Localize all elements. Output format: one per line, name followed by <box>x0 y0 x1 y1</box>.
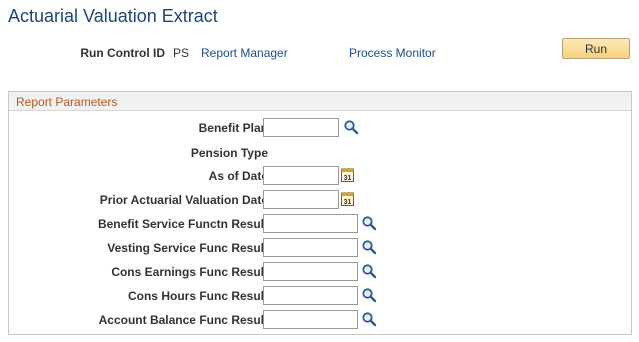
report-parameters-section: Report Parameters Benefit Plan Pension T… <box>8 91 632 335</box>
page-title: Actuarial Valuation Extract <box>8 6 218 26</box>
benefit-service-label: Benefit Service Functn Result <box>97 217 268 231</box>
run-control-id-label: Run Control ID <box>80 46 165 60</box>
field-row-vesting-service: Vesting Service Func Result <box>9 238 633 258</box>
calendar-icon[interactable]: 31 <box>340 167 356 183</box>
run-control-bar: Run Control ID PS Report Manager Process… <box>0 46 639 62</box>
benefit-plan-input[interactable] <box>263 118 339 137</box>
field-row-account-balance: Account Balance Func Result <box>9 310 633 330</box>
magnifier-lookup-icon[interactable] <box>361 263 377 279</box>
account-balance-input[interactable] <box>263 310 358 329</box>
account-balance-label: Account Balance Func Result <box>98 313 268 327</box>
calendar-glyph: 31 <box>344 199 352 206</box>
cons-hours-label: Cons Hours Func Result <box>127 289 268 303</box>
magnifier-lookup-icon[interactable] <box>361 215 377 231</box>
prior-valuation-date-input[interactable] <box>263 190 339 209</box>
magnifier-lookup-icon[interactable] <box>361 311 377 327</box>
as-of-date-input[interactable] <box>263 166 339 185</box>
field-row-benefit-service: Benefit Service Functn Result <box>9 214 633 234</box>
field-row-prior-valuation-date: Prior Actuarial Valuation Date 31 <box>9 190 633 210</box>
report-manager-link[interactable]: Report Manager <box>201 46 288 60</box>
field-row-cons-hours: Cons Hours Func Result <box>9 286 633 306</box>
prior-valuation-date-label: Prior Actuarial Valuation Date <box>99 193 268 207</box>
calendar-glyph: 31 <box>344 175 352 182</box>
magnifier-lookup-icon[interactable] <box>361 287 377 303</box>
benefit-plan-label: Benefit Plan <box>198 121 268 135</box>
section-title: Report Parameters <box>9 92 631 111</box>
field-row-pension-type: Pension Type <box>9 143 633 163</box>
vesting-service-input[interactable] <box>263 238 358 257</box>
cons-hours-input[interactable] <box>263 286 358 305</box>
calendar-icon[interactable]: 31 <box>340 191 356 207</box>
pension-type-label: Pension Type <box>190 146 268 160</box>
vesting-service-label: Vesting Service Func Result <box>107 241 268 255</box>
cons-earnings-input[interactable] <box>263 262 358 281</box>
magnifier-lookup-icon[interactable] <box>343 119 359 135</box>
field-row-as-of-date: As of Date 31 <box>9 166 633 186</box>
field-row-benefit-plan: Benefit Plan <box>9 118 633 138</box>
field-row-cons-earnings: Cons Earnings Func Result <box>9 262 633 282</box>
cons-earnings-label: Cons Earnings Func Result <box>111 265 268 279</box>
run-button[interactable]: Run <box>562 38 630 59</box>
process-monitor-link[interactable]: Process Monitor <box>349 46 436 60</box>
magnifier-lookup-icon[interactable] <box>361 239 377 255</box>
benefit-service-input[interactable] <box>263 214 358 233</box>
run-control-id-value: PS <box>173 46 190 60</box>
as-of-date-label: As of Date <box>208 169 268 183</box>
